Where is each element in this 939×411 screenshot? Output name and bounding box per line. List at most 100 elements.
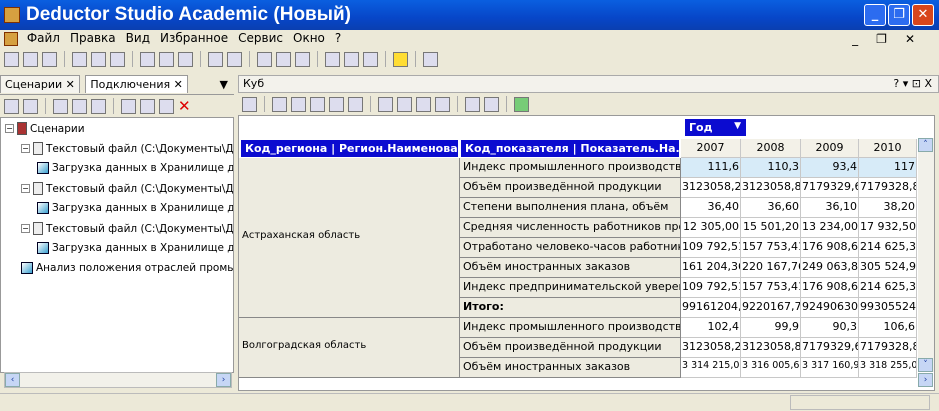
collapse-icon[interactable]: − — [21, 224, 30, 233]
indicator-label[interactable]: Объём иностранных заказов — [460, 258, 681, 278]
new-icon[interactable] — [4, 51, 19, 67]
collapse-icon[interactable]: − — [5, 124, 14, 133]
menu-service[interactable]: Сервис — [233, 30, 288, 46]
value-cell[interactable]: 99305524,9 — [859, 298, 917, 318]
value-cell[interactable]: 109 792,51 — [681, 278, 741, 298]
value-cell[interactable]: 7179329,60 — [801, 338, 859, 358]
grid-icon[interactable] — [397, 96, 412, 112]
tree-node[interactable]: Загрузка данных в Хранилище данных — [37, 242, 233, 254]
tile-vertical-icon[interactable] — [363, 51, 378, 67]
scroll-left-icon[interactable]: ‹ — [5, 373, 20, 387]
close-button[interactable]: ✕ — [912, 4, 934, 26]
visualizer-icon[interactable] — [91, 98, 106, 114]
transpose-icon[interactable] — [272, 96, 287, 112]
excel-icon[interactable] — [514, 96, 529, 112]
menu-file[interactable]: Файл — [22, 30, 65, 46]
tree-hscrollbar[interactable]: ‹ › — [4, 372, 232, 388]
value-cell[interactable]: 157 753,41 — [741, 238, 801, 258]
year-header[interactable]: 2008 — [741, 139, 801, 158]
chevron-down-icon[interactable]: ▼ — [220, 78, 228, 91]
minimize-button[interactable]: _ — [864, 4, 886, 26]
value-cell[interactable]: 9220167,7 — [741, 298, 801, 318]
value-cell[interactable]: 214 625,33 — [859, 238, 917, 258]
row-dimension-region[interactable]: Код_региона | Регион.Наименова... — [240, 139, 459, 158]
value-cell[interactable]: 3123058,20 — [681, 338, 741, 358]
browser-icon[interactable] — [110, 51, 125, 67]
value-cell[interactable]: 36,10 — [801, 198, 859, 218]
value-cell[interactable]: 93,4 — [801, 158, 859, 178]
column-dimension-year[interactable]: Год ▼ — [684, 118, 747, 137]
help-icon[interactable] — [423, 51, 438, 67]
settings-icon[interactable] — [348, 96, 363, 112]
collapse-icon[interactable]: − — [21, 144, 30, 153]
pivot-icon[interactable] — [378, 96, 393, 112]
value-cell[interactable]: 176 908,69 — [801, 278, 859, 298]
value-cell[interactable]: 3 318 255,00 — [859, 358, 917, 378]
value-cell[interactable]: 3123058,20 — [681, 178, 741, 198]
value-cell[interactable]: 36,60 — [741, 198, 801, 218]
delete-icon[interactable]: ✕ — [178, 97, 191, 115]
year-header[interactable]: 2009 — [801, 139, 859, 158]
value-cell[interactable]: 7179328,80 — [859, 178, 917, 198]
indicator-label[interactable]: Индекс предпринимательской уверенн — [460, 278, 681, 298]
row-dimension-indicator[interactable]: Код_показателя | Показатель.На... — [460, 139, 680, 158]
open-icon[interactable] — [23, 51, 38, 67]
properties-icon[interactable] — [4, 98, 19, 114]
tab-scenarios[interactable]: Сценарии ✕ — [0, 75, 80, 93]
chart-icon[interactable] — [484, 96, 499, 112]
details-icon[interactable] — [416, 96, 431, 112]
tab-connections[interactable]: Подключения ✕ — [85, 75, 188, 93]
zoom-icon[interactable] — [291, 96, 306, 112]
tree-node[interactable]: − Текстовый файл (C:\Документы\Дип 2 — [21, 182, 233, 195]
indicator-label[interactable]: Индекс промышленного производства — [460, 318, 681, 338]
indicator-label[interactable]: Объём иностранных заказов — [460, 358, 681, 378]
menu-help[interactable]: ? — [330, 30, 346, 46]
value-cell[interactable]: 161 204,36 — [681, 258, 741, 278]
value-cell[interactable]: 99161204,3 — [681, 298, 741, 318]
maximize-button[interactable]: ❐ — [888, 4, 910, 26]
value-cell[interactable]: 176 908,69 — [801, 238, 859, 258]
menu-view[interactable]: Вид — [121, 30, 155, 46]
total-label[interactable]: Итого: — [460, 298, 681, 318]
value-cell[interactable]: 99,9 — [741, 318, 801, 338]
columns-icon[interactable] — [435, 96, 450, 112]
collapse-icon[interactable]: − — [21, 184, 30, 193]
print-icon[interactable] — [72, 51, 87, 67]
value-cell[interactable]: 92490630 — [801, 298, 859, 318]
indicator-label[interactable]: Отработано человеко-часов работникам — [460, 238, 681, 258]
value-cell[interactable]: 3 316 005,60 — [741, 358, 801, 378]
tree-collapse-icon[interactable] — [140, 98, 155, 114]
year-header[interactable]: 2007 — [681, 139, 741, 158]
scroll-right-icon[interactable]: › — [216, 373, 231, 387]
paste-icon[interactable] — [178, 51, 193, 67]
value-cell[interactable]: 117 — [859, 158, 917, 178]
camera-icon[interactable] — [242, 96, 257, 112]
panel-controls[interactable]: ? ▾ ⊡ X — [893, 77, 932, 90]
value-cell[interactable]: 17 932,50 — [859, 218, 917, 238]
value-cell[interactable]: 90,3 — [801, 318, 859, 338]
cube-icon[interactable] — [72, 98, 87, 114]
scroll-down-icon[interactable]: ˅ — [918, 358, 933, 372]
cut-icon[interactable] — [140, 51, 155, 67]
scenarios-icon[interactable] — [257, 51, 272, 67]
database-icon[interactable] — [276, 51, 291, 67]
wizard-icon[interactable] — [53, 98, 68, 114]
mdi-restore[interactable]: ❐ — [871, 31, 900, 47]
indicator-label[interactable]: Объём произведённой продукции — [460, 338, 681, 358]
scroll-right-icon[interactable]: › — [918, 373, 933, 387]
value-cell[interactable]: 38,20 — [859, 198, 917, 218]
indicator-label[interactable]: Средняя численность работников пром — [460, 218, 681, 238]
value-cell[interactable]: 102,4 — [681, 318, 741, 338]
preview-icon[interactable] — [91, 51, 106, 67]
value-cell[interactable]: 3123058,80 — [741, 338, 801, 358]
value-cell[interactable]: 13 234,00 — [801, 218, 859, 238]
mdi-minimize[interactable]: _ — [847, 31, 871, 47]
value-cell[interactable]: 106,6 — [859, 318, 917, 338]
value-cell[interactable]: 12 305,00 — [681, 218, 741, 238]
menu-favorites[interactable]: Избранное — [155, 30, 233, 46]
value-cell[interactable]: 157 753,41 — [741, 278, 801, 298]
value-cell[interactable]: 214 625,33 — [859, 278, 917, 298]
star-icon[interactable] — [393, 51, 408, 67]
mdi-close[interactable]: ✕ — [900, 31, 928, 47]
copy-icon[interactable] — [159, 51, 174, 67]
